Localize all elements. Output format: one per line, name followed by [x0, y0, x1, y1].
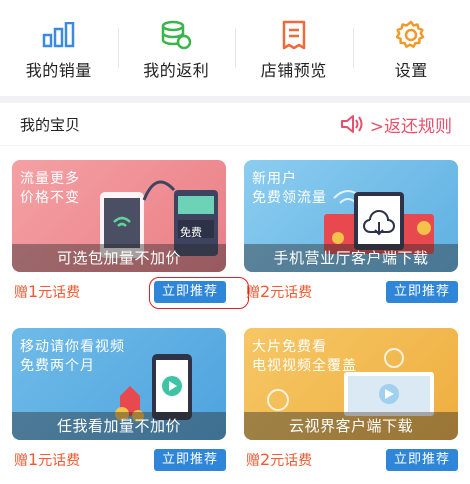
product-card: 移动请你看视频 免费两个月 任我看加量不加价 赠1元话费 立即推荐 [12, 318, 238, 480]
recommend-button[interactable]: 立即推荐 [386, 449, 458, 471]
free-tag: 免费 [180, 226, 202, 239]
banner-line: 移动请你看视频 [20, 339, 125, 355]
banner-line: 免费两个月 [20, 358, 95, 374]
selection-highlight [149, 277, 249, 309]
menu-settings[interactable]: 设置 [352, 0, 470, 96]
recommend-button[interactable]: 立即推荐 [386, 281, 458, 303]
gift-prefix: 赠 [246, 285, 260, 301]
banner-line: 免费领流量 [252, 190, 327, 206]
bar-chart-icon [42, 20, 76, 50]
speaker-icon [340, 114, 364, 134]
recommend-button[interactable]: 立即推荐 [154, 449, 226, 471]
product-banner[interactable]: 移动请你看视频 免费两个月 任我看加量不加价 [12, 328, 226, 440]
gear-icon [394, 20, 428, 50]
product-card: 新用户 免费领流量 手机营业厅客户端下载 赠2元话费 立即推荐 [244, 150, 470, 312]
banner-caption: 可选包加量不加价 [12, 244, 226, 272]
gift-unit: 元话费 [38, 453, 81, 469]
gift-text: 赠2元话费 [246, 450, 312, 470]
banner-caption: 云视界客户端下载 [244, 412, 458, 440]
top-menu: 我的销量 我的返利 店铺预览 设置 [0, 0, 470, 96]
gift-unit: 元话费 [270, 285, 313, 301]
coins-stack-icon [159, 20, 193, 50]
gift-amount: 1 [28, 450, 39, 469]
gift-amount: 2 [260, 282, 271, 301]
banner-caption: 任我看加量不加价 [12, 412, 226, 440]
product-banner[interactable]: 新用户 免费领流量 手机营业厅客户端下载 [244, 160, 458, 272]
banner-line: 流量更多 [20, 171, 80, 187]
banner-line: 大片免费看 [252, 339, 327, 355]
gift-amount: 1 [28, 282, 39, 301]
product-card: 免费 流量更多 价格不变 可选包加量不加价 赠1元话费 立即推荐 [12, 150, 249, 312]
menu-my-sales[interactable]: 我的销量 [0, 0, 118, 96]
return-rules-label: >返还规则 [369, 116, 452, 137]
return-rules-link[interactable]: >返还规则 [340, 112, 452, 137]
menu-label: 店铺预览 [260, 61, 327, 80]
banner-caption: 手机营业厅客户端下载 [244, 244, 458, 272]
menu-label: 设置 [394, 61, 428, 80]
section-title: 我的宝贝 [20, 115, 81, 134]
product-grid: 免费 流量更多 价格不变 可选包加量不加价 赠1元话费 立即推荐 新用户 免费领… [0, 146, 470, 484]
banner-line: 电视视频全覆盖 [252, 358, 357, 374]
section-header: 我的宝贝 >返还规则 [0, 103, 470, 145]
banner-line: 新用户 [252, 171, 297, 187]
menu-label: 我的返利 [143, 61, 210, 80]
gift-text: 赠2元话费 [246, 282, 312, 302]
menu-label: 我的销量 [25, 61, 92, 80]
gift-amount: 2 [260, 450, 271, 469]
gift-unit: 元话费 [38, 285, 81, 301]
menu-my-rebate[interactable]: 我的返利 [117, 0, 236, 96]
gift-unit: 元话费 [270, 453, 313, 469]
menu-store-preview[interactable]: 店铺预览 [235, 0, 353, 96]
product-card: 大片免费看 电视视频全覆盖 云视界客户端下载 赠2元话费 立即推荐 [244, 318, 470, 480]
document-icon [277, 20, 311, 50]
product-banner[interactable]: 免费 流量更多 价格不变 可选包加量不加价 [12, 160, 226, 272]
gift-prefix: 赠 [14, 453, 28, 469]
gift-text: 赠1元话费 [14, 282, 80, 302]
banner-line: 价格不变 [20, 190, 80, 206]
gift-prefix: 赠 [14, 285, 28, 301]
gift-prefix: 赠 [246, 453, 260, 469]
product-banner[interactable]: 大片免费看 电视视频全覆盖 云视界客户端下载 [244, 328, 458, 440]
gift-text: 赠1元话费 [14, 450, 80, 470]
